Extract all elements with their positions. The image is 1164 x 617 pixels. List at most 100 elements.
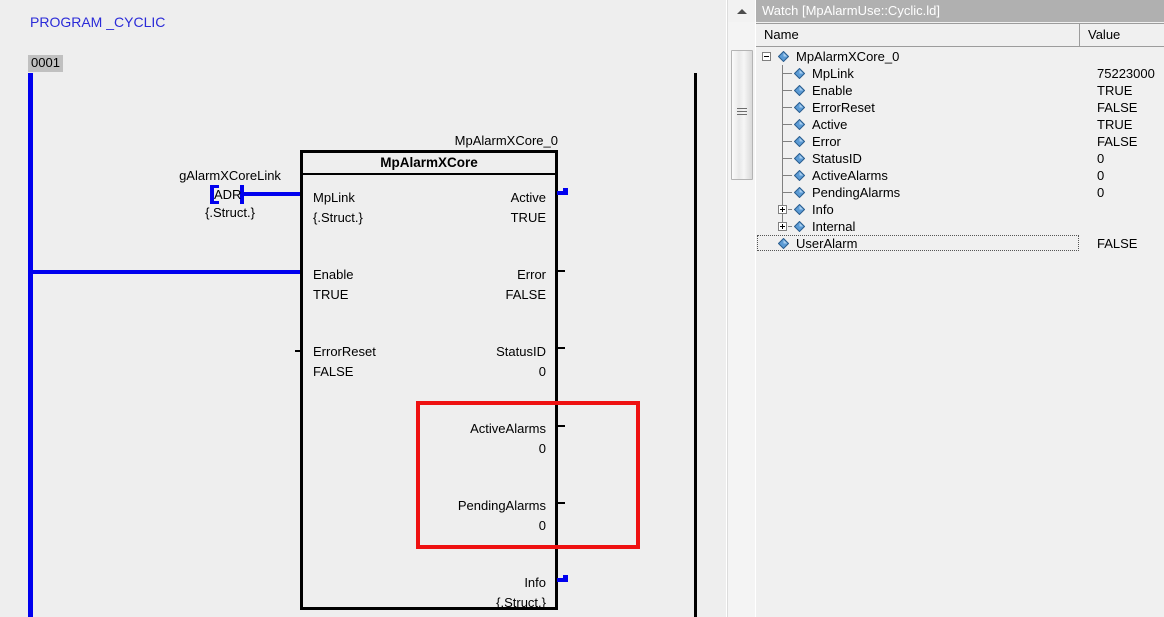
row-variable-name: Enable [812,83,853,98]
tree-branch-line [782,192,792,193]
column-header-value[interactable]: Value [1080,24,1164,46]
stub-output-statusid [557,347,565,349]
input-pin-label-enable[interactable]: Enable [313,267,353,283]
watch-row[interactable]: Enable TRUE [756,82,1164,99]
row-variable-value[interactable]: 0 [1097,167,1104,184]
scroll-up-button[interactable] [728,0,755,22]
row-variable-name: MpAlarmXCore_0 [796,49,900,64]
row-variable-value[interactable]: 0 [1097,184,1104,201]
output-pin-value-info: {.Struct.} [496,595,546,610]
row-tree-glyphs [756,99,805,116]
output-pin-value-statusid: 0 [538,364,546,379]
watch-row[interactable]: Info [756,201,1164,218]
scrollbar-track[interactable] [728,22,755,617]
variable-diamond-icon [778,238,789,249]
row-variable-value[interactable]: TRUE [1097,116,1132,133]
watch-row[interactable]: ActiveAlarms 0 [756,167,1164,184]
watch-row[interactable]: Error FALSE [756,133,1164,150]
collapse-icon[interactable] [762,52,771,61]
row-variable-name: PendingAlarms [812,185,901,200]
watch-row[interactable]: ErrorReset FALSE [756,99,1164,116]
variable-diamond-icon [794,221,805,232]
row-variable-value[interactable]: 0 [1097,150,1104,167]
function-block-type-name: MpAlarmXCore [303,153,555,175]
watch-row[interactable]: StatusID 0 [756,150,1164,167]
page-title: PROGRAM _CYCLIC [30,14,166,30]
row-variable-name: MpLink [812,66,854,81]
input-pin-label-mplink[interactable]: MpLink [313,190,355,206]
function-block-instance-name: MpAlarmXCore_0 [454,133,558,148]
variable-diamond-icon [794,153,805,164]
tree-branch-line [782,158,792,159]
tree-branch-line [782,90,792,91]
row-variable-name: Active [812,117,848,132]
watch-row[interactable]: Active TRUE [756,116,1164,133]
tree-branch-line [782,107,792,108]
row-variable-name: UserAlarm [796,236,858,251]
row-tree-glyphs [756,167,805,184]
input-pin-label-errorreset[interactable]: ErrorReset [313,344,376,360]
row-tree-glyphs [756,235,796,252]
network-number-label[interactable]: 0001 [28,55,63,72]
watch-row[interactable]: PendingAlarms 0 [756,184,1164,201]
watch-window[interactable]: Watch [MpAlarmUse::Cyclic.ld] Name Value… [756,0,1164,617]
expand-icon[interactable] [778,222,787,231]
ladder-editor-pane[interactable]: PROGRAM _CYCLIC 0001 gAlarmXCoreLink ADR… [0,0,726,617]
row-variable-value[interactable]: FALSE [1097,99,1137,116]
output-pin-label-error[interactable]: Error [517,267,546,283]
row-tree-glyphs [756,184,805,201]
tree-branch-line [782,175,792,176]
watch-row[interactable]: MpLink 75223000 [756,65,1164,82]
watch-window-title[interactable]: Watch [MpAlarmUse::Cyclic.ld] [756,0,1164,22]
chevron-up-icon [737,9,747,14]
input-pin-value-mplink: {.Struct.} [313,210,363,225]
input-pin-value-errorreset: FALSE [313,364,354,379]
adr-connector[interactable]: ADR [210,185,245,204]
variable-diamond-icon [794,102,805,113]
tree-branch-line [782,141,792,142]
row-variable-value[interactable]: 75223000 [1097,65,1155,82]
variable-diamond-icon [794,68,805,79]
row-variable-value[interactable]: FALSE [1097,133,1137,150]
wire-enable [33,270,301,274]
input-variable-type: {.Struct.} [205,205,255,220]
row-tree-glyphs [756,65,805,82]
scrollbar-thumb[interactable] [731,50,753,180]
row-tree-glyphs [756,201,805,218]
wire-mplink [240,192,302,196]
row-variable-name: ActiveAlarms [812,168,888,183]
output-pin-label-info[interactable]: Info [524,575,546,591]
row-variable-name: Internal [812,219,856,234]
input-variable-name[interactable]: gAlarmXCoreLink [175,168,285,183]
output-pin-value-active: TRUE [510,210,546,225]
row-variable-name: StatusID [812,151,862,166]
row-variable-value[interactable]: FALSE [1097,235,1137,252]
input-pin-value-enable: TRUE [313,287,349,302]
row-tree-glyphs [756,116,805,133]
column-header-name[interactable]: Name [756,24,1080,46]
variable-diamond-icon [794,85,805,96]
power-rail-left [28,73,33,617]
row-tree-glyphs [756,48,796,65]
row-variable-value[interactable]: TRUE [1097,82,1132,99]
row-variable-name: Info [812,202,834,217]
stub-output-active-dot [563,188,568,195]
variable-diamond-icon [794,187,805,198]
output-pin-label-statusid[interactable]: StatusID [496,344,546,360]
watch-column-header-row: Name Value [756,23,1164,47]
editor-vertical-scrollbar[interactable] [727,0,755,617]
output-pin-value-error: FALSE [505,287,546,302]
watch-row[interactable]: UserAlarm FALSE [756,235,1164,252]
output-pin-label-active[interactable]: Active [511,190,546,206]
variable-diamond-icon [794,136,805,147]
scrollbar-grip-icon [737,108,747,117]
adr-label: ADR [214,187,242,202]
watch-row[interactable]: Internal [756,218,1164,235]
power-rail-right [694,73,697,617]
annotation-highlight-rectangle [416,401,640,549]
watch-row[interactable]: MpAlarmXCore_0 [756,48,1164,65]
expand-icon[interactable] [778,205,787,214]
row-tree-glyphs [756,82,805,99]
variable-diamond-icon [794,170,805,181]
variable-diamond-icon [794,204,805,215]
